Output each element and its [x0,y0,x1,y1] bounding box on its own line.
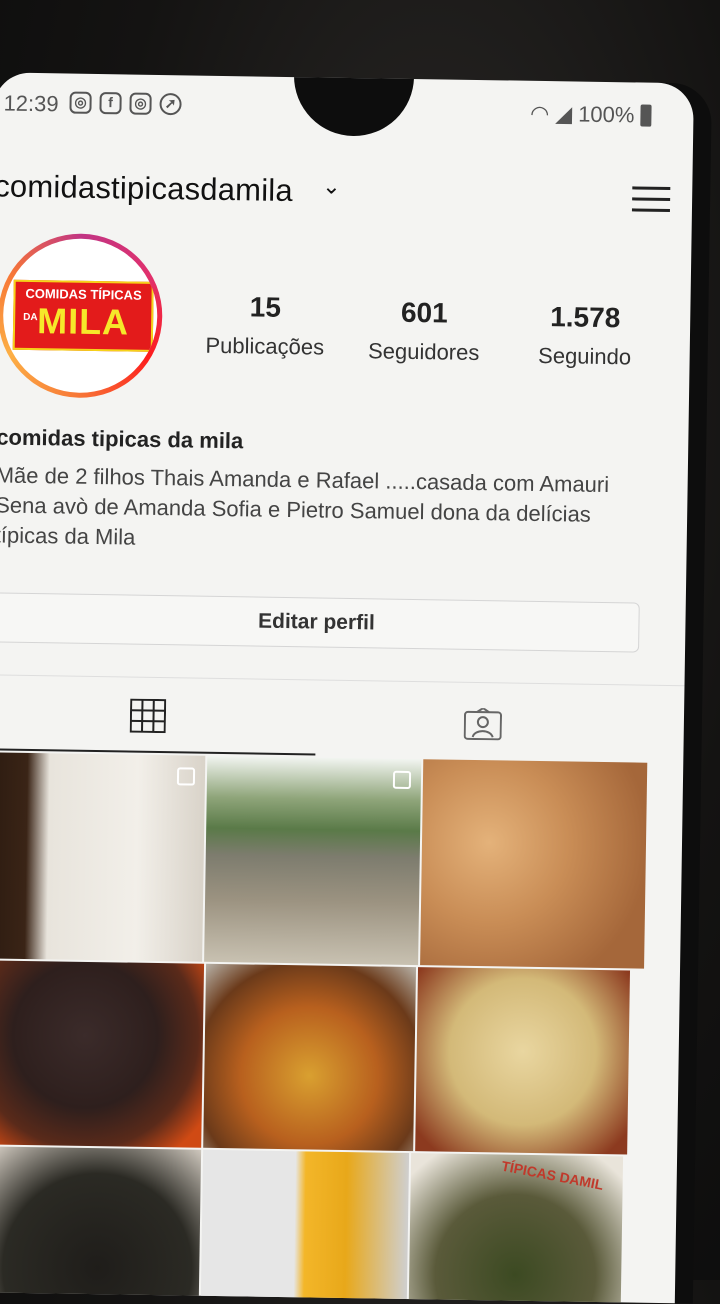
post-thumbnail-4[interactable] [0,960,205,1148]
chevron-down-icon[interactable]: ⌄ [322,174,341,200]
profile-bio: Mãe de 2 filhos Thais Amanda e Rafael ..… [0,462,610,550]
thumbnail-text: TÍPICAS DAMIL [500,1157,605,1193]
battery-icon [640,104,652,127]
status-time: 12:39 [3,90,59,117]
screen: 12:39 ◎ f ◎ ➚ ◠ ◢ 100% comidastipicasdam… [0,72,694,1304]
edit-profile-button[interactable]: Editar perfil [0,592,640,653]
profile-name: comidas tipicas da mila [0,424,244,454]
carousel-icon [392,770,412,789]
grid-icon[interactable] [129,698,167,734]
tabs-divider [0,674,685,687]
post-thumbnail-3[interactable] [420,759,648,969]
profile-header: comidastipicasdamila ⌄ [0,160,693,231]
stat-posts[interactable]: 15 Publicações [196,291,335,361]
wifi-icon: ◠ [529,100,550,127]
stat-following[interactable]: 1.578 Seguindo [525,301,644,371]
instagram-icon: ◎ [69,91,92,114]
post-thumbnail-1[interactable] [0,752,206,962]
avatar-image: COMIDAS TÍPICAS DA MILA [2,237,159,394]
username[interactable]: comidastipicasdamila [0,168,293,209]
post-thumbnail-2[interactable] [204,755,422,966]
avatar[interactable]: COMIDAS TÍPICAS DA MILA [0,232,164,400]
hamburger-menu-icon[interactable] [631,178,671,220]
direct-icon: ➚ [159,92,182,116]
battery-percent: 100% [577,101,635,128]
posts-grid: TÍPICAS DAMIL [0,752,683,1304]
notification-icons: ◎ f ◎ ➚ [69,91,182,116]
status-right: ◠ ◢ 100% [530,101,652,129]
post-thumbnail-8[interactable] [200,1149,410,1304]
phone-frame: 12:39 ◎ f ◎ ➚ ◠ ◢ 100% comidastipicasdam… [0,72,712,1304]
post-thumbnail-6[interactable] [415,967,631,1155]
brand-logo: COMIDAS TÍPICAS DA MILA [12,279,154,352]
post-thumbnail-5[interactable] [203,963,417,1152]
post-thumbnail-9[interactable]: TÍPICAS DAMIL [407,1153,624,1304]
tagged-icon[interactable] [463,707,503,741]
carousel-icon [176,767,196,786]
status-bar: 12:39 ◎ f ◎ ➚ ◠ ◢ 100% [0,72,694,141]
stat-followers[interactable]: 601 Seguidores [360,296,489,366]
instagram-icon: ◎ [129,92,152,115]
signal-icon: ◢ [555,101,573,127]
facebook-icon: f [99,92,122,115]
